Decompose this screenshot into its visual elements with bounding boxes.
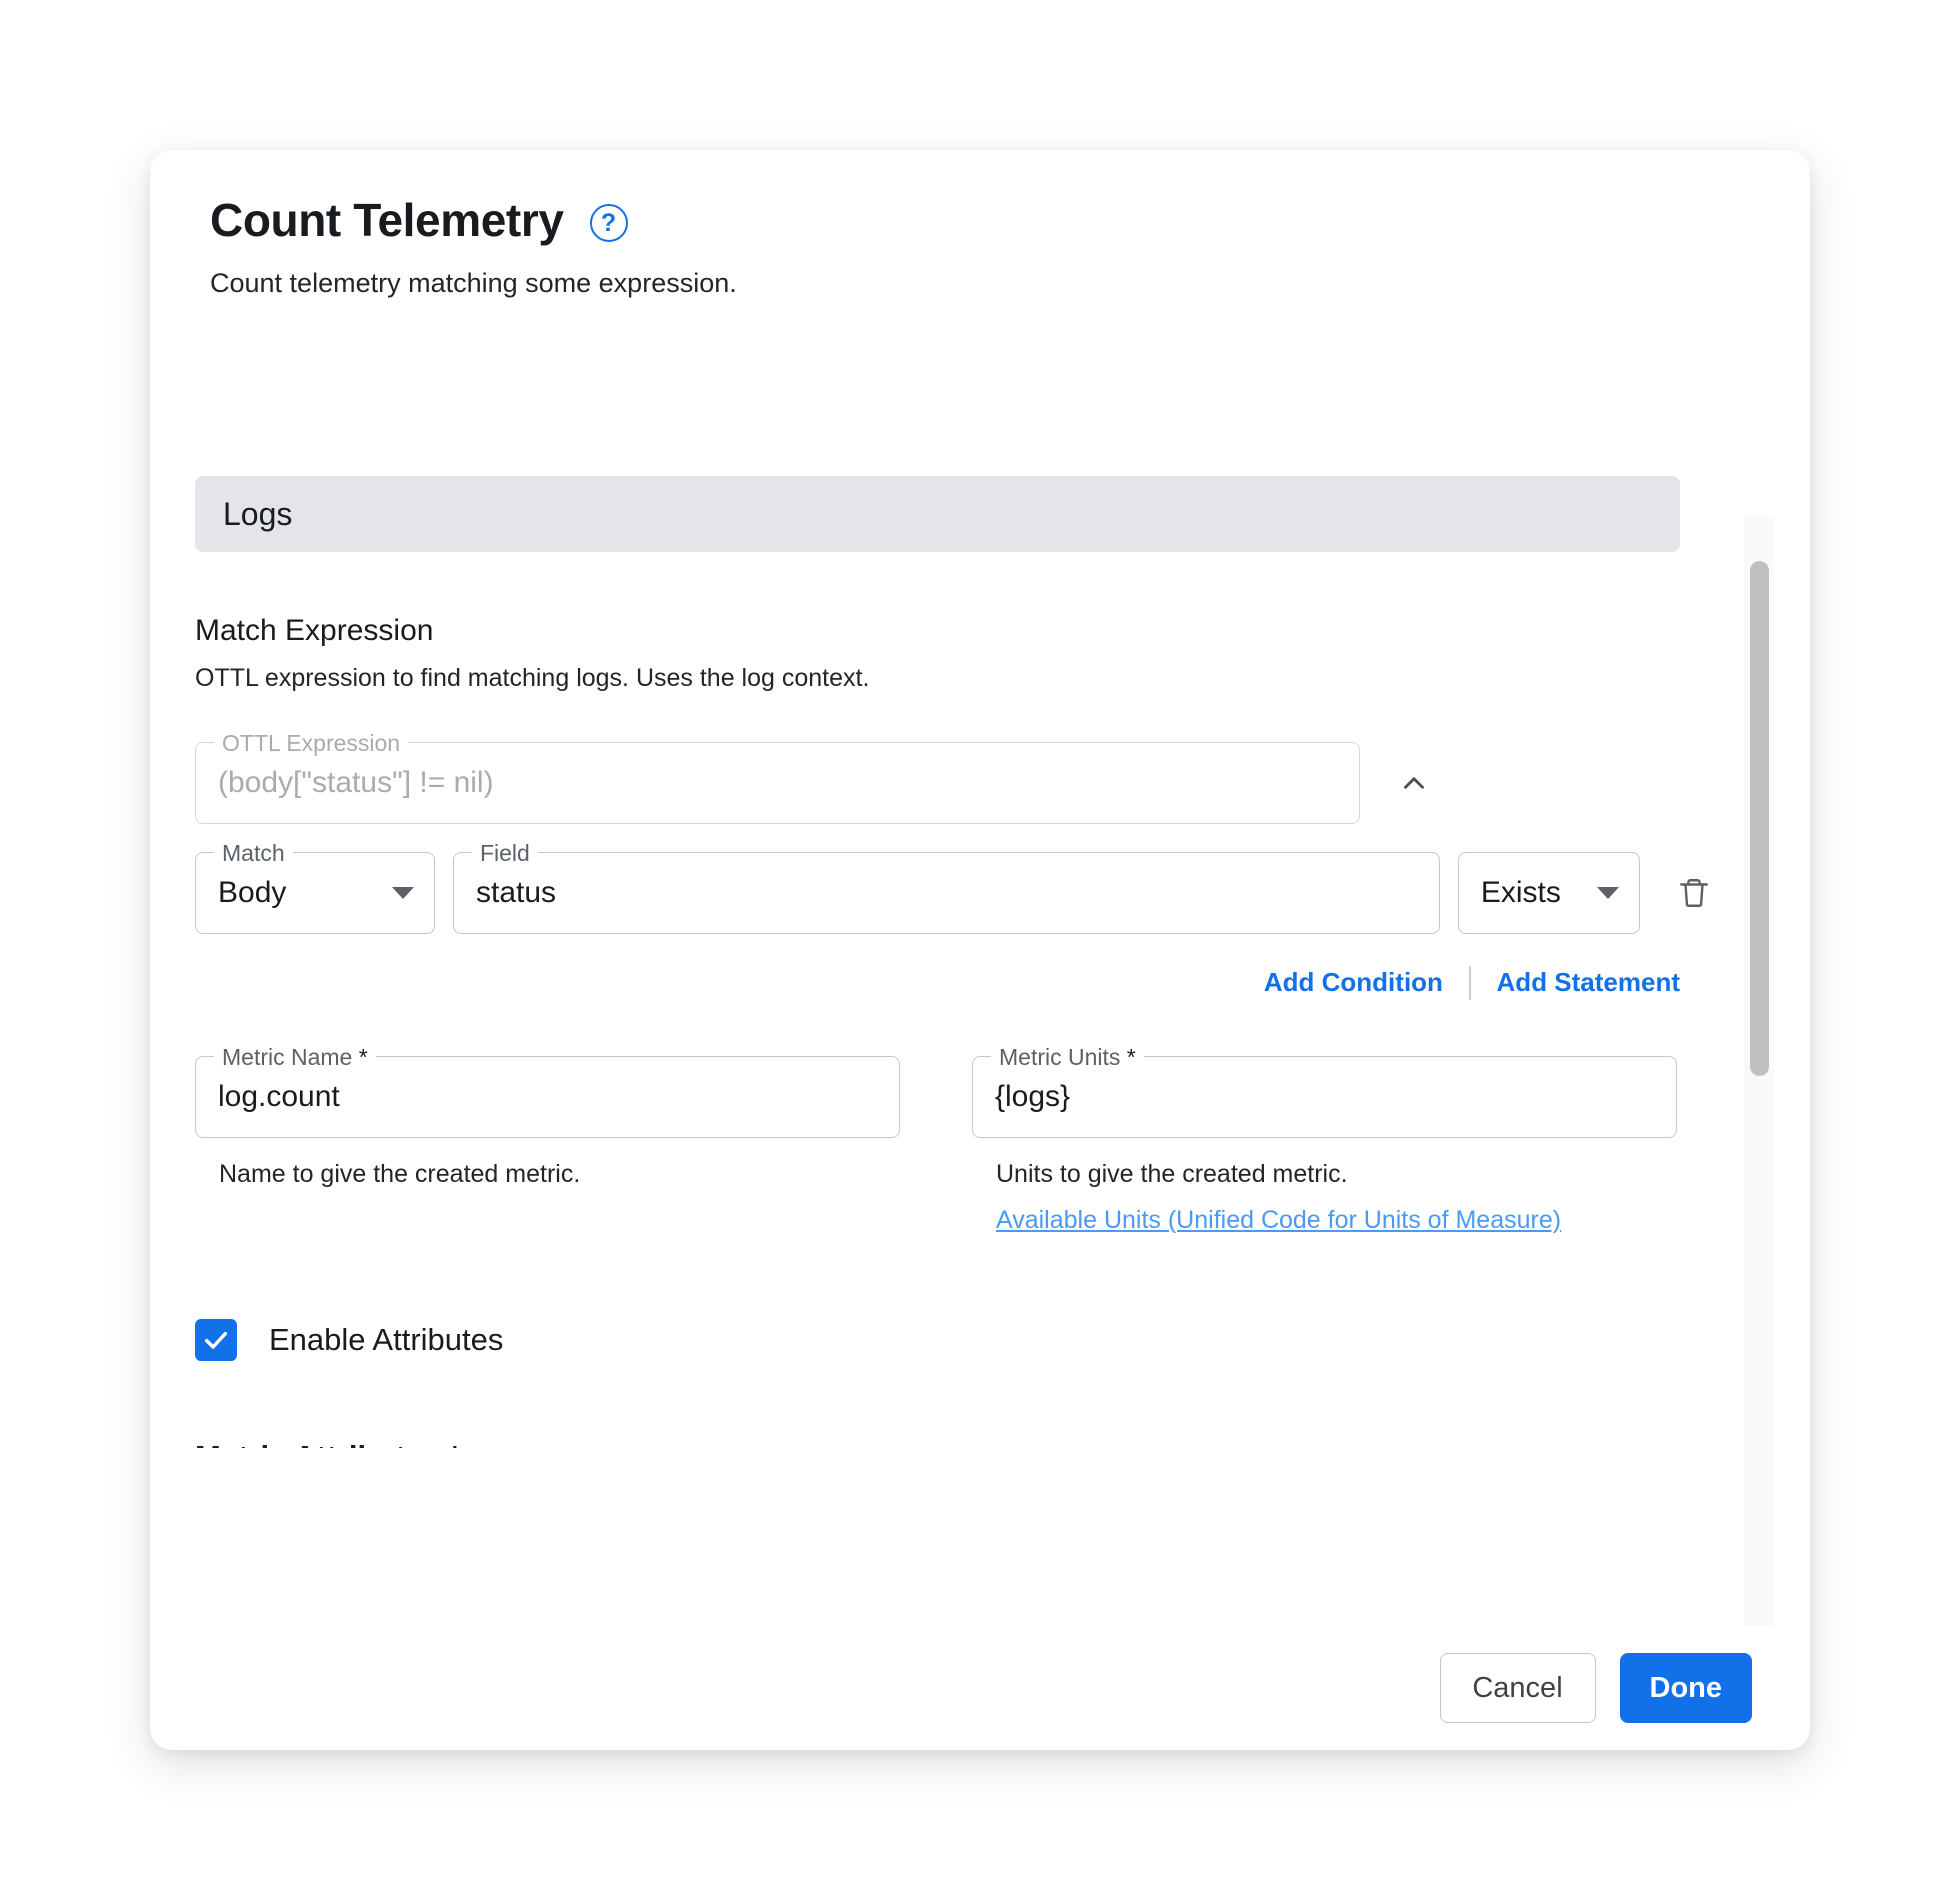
operator-select-value: Exists — [1480, 875, 1561, 909]
field-input-label: Field — [471, 838, 538, 867]
divider — [1468, 965, 1471, 1000]
metric-units-helper: Units to give the created metric. — [996, 1159, 1348, 1188]
metric-name-helper: Name to give the created metric. — [219, 1159, 581, 1188]
enable-attributes-checkbox[interactable] — [195, 1318, 237, 1361]
field-input-value: status — [475, 875, 557, 909]
ottl-expression-input[interactable]: OTTL Expression (body["status"] != nil) — [195, 728, 1360, 824]
operator-select[interactable]: Exists — [1457, 851, 1640, 934]
delete-condition-button[interactable] — [1668, 866, 1720, 920]
scrollbar-thumb[interactable] — [1750, 561, 1769, 1076]
title-row: Count Telemetry ? — [210, 196, 1810, 244]
form-content: Match Expression OTTL expression to find… — [150, 614, 1720, 1448]
page-title: Count Telemetry — [210, 194, 564, 246]
ottl-expression-value: (body["status"] != nil) — [218, 765, 494, 799]
scrollbar[interactable] — [1744, 516, 1774, 1741]
condition-row: Match Body Field status Exists — [195, 838, 1720, 934]
screen-root: Count Telemetry ? Count telemetry matchi… — [0, 0, 1950, 1902]
chevron-up-icon[interactable] — [1386, 755, 1442, 811]
metric-name-input[interactable]: Metric Name * log.count — [195, 1042, 900, 1138]
trash-icon — [1679, 878, 1708, 907]
ottl-expression-row: OTTL Expression (body["status"] != nil) — [195, 728, 1720, 824]
dialog-footer: Cancel Done — [150, 1626, 1810, 1750]
ottl-expression-label: OTTL Expression — [214, 728, 409, 757]
available-units-link[interactable]: Available Units (Unified Code for Units … — [996, 1206, 1677, 1235]
match-expression-description: OTTL expression to find matching logs. U… — [195, 664, 870, 692]
scroll-viewport: Logs Match Expression OTTL expression to… — [150, 448, 1720, 1448]
dialog-body: Logs Match Expression OTTL expression to… — [150, 448, 1810, 1741]
metric-units-group: Metric Units * {logs} Units to give the … — [972, 1042, 1677, 1235]
check-icon — [204, 1331, 228, 1349]
cancel-button[interactable]: Cancel — [1439, 1653, 1596, 1723]
section-header-label: Logs — [223, 495, 293, 532]
section-header-logs: Logs — [195, 476, 1680, 552]
condition-actions: Add Condition Add Statement — [195, 965, 1680, 1000]
metric-name-group: Metric Name * log.count Name to give the… — [195, 1042, 900, 1235]
metric-row: Metric Name * log.count Name to give the… — [195, 1042, 1720, 1235]
add-statement-link[interactable]: Add Statement — [1497, 967, 1680, 998]
metric-units-value: {logs} — [995, 1079, 1071, 1113]
help-icon[interactable]: ? — [589, 204, 628, 243]
match-select[interactable]: Match Body — [195, 838, 435, 934]
field-input[interactable]: Field status — [452, 838, 1440, 934]
metric-attributes-heading: Metric Attributes * — [195, 1439, 1720, 1449]
metric-name-label: Metric Name * — [214, 1042, 376, 1071]
match-select-value: Body — [218, 875, 287, 909]
chevron-down-icon — [391, 886, 414, 899]
metric-name-value: log.count — [218, 1079, 340, 1113]
metric-units-label: Metric Units * — [991, 1042, 1144, 1071]
metric-units-input[interactable]: Metric Units * {logs} — [972, 1042, 1677, 1138]
enable-attributes-row[interactable]: Enable Attributes — [195, 1318, 1720, 1361]
dialog-header: Count Telemetry ? Count telemetry matchi… — [150, 150, 1810, 301]
add-condition-link[interactable]: Add Condition — [1264, 967, 1443, 998]
enable-attributes-label: Enable Attributes — [269, 1321, 504, 1357]
dialog-subtitle: Count telemetry matching some expression… — [210, 268, 737, 299]
chevron-down-icon — [1596, 886, 1619, 899]
count-telemetry-dialog: Count Telemetry ? Count telemetry matchi… — [150, 150, 1810, 1750]
match-expression-heading: Match Expression — [195, 614, 434, 647]
done-button[interactable]: Done — [1619, 1653, 1752, 1723]
match-select-label: Match — [214, 838, 293, 867]
